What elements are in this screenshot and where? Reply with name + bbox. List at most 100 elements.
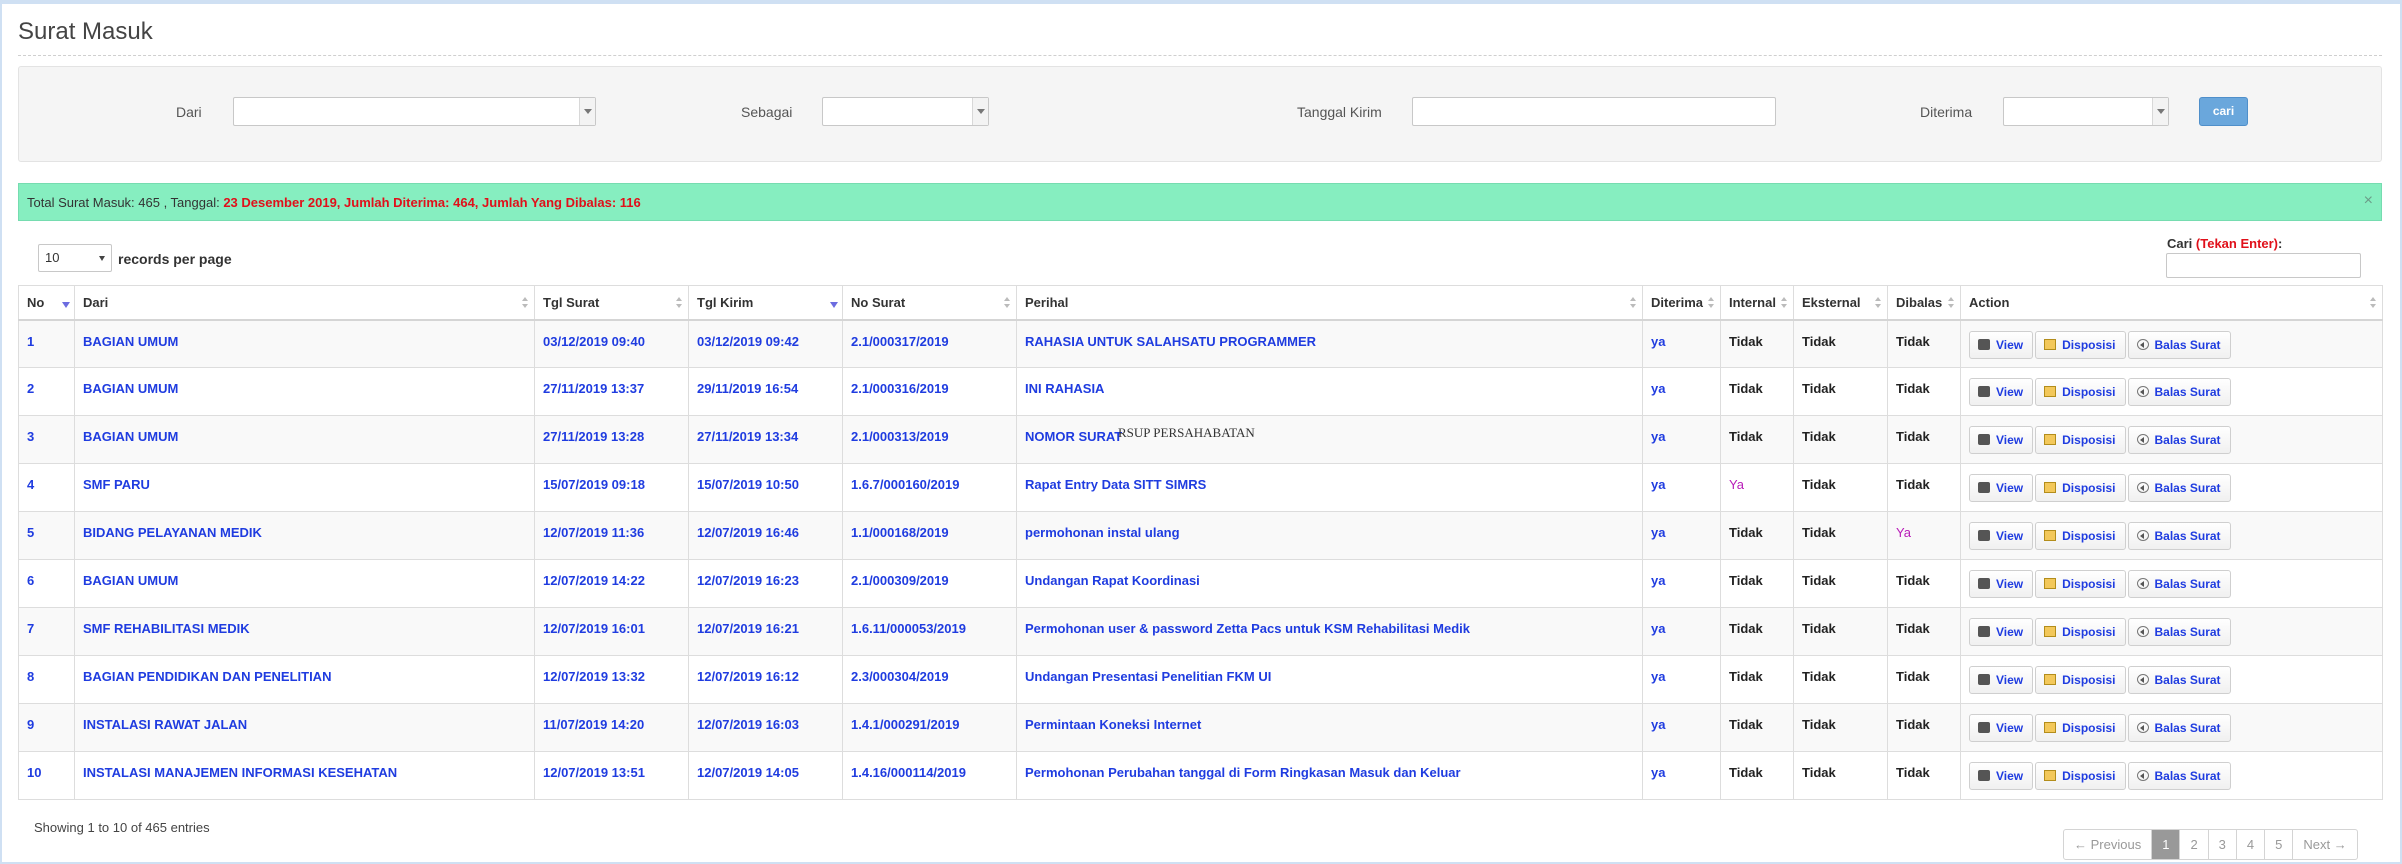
cell-tgl-surat-value[interactable]: 12/07/2019 13:32 (543, 669, 645, 684)
cell-dari-value[interactable]: BAGIAN PENDIDIKAN DAN PENELITIAN (83, 669, 331, 684)
column-header[interactable]: Action (1960, 285, 2383, 321)
view-button[interactable]: View (1969, 474, 2034, 502)
cell-no-surat-value[interactable]: 2.1/000316/2019 (851, 381, 949, 396)
view-button[interactable]: View (1969, 570, 2034, 598)
cell-no-value[interactable]: 10 (27, 765, 41, 780)
cell-tgl-kirim-value[interactable]: 12/07/2019 14:05 (697, 765, 799, 780)
disposisi-button[interactable]: Disposisi (2035, 426, 2126, 454)
filter-tanggal-input[interactable] (1412, 97, 1776, 126)
cell-dari-value[interactable]: BAGIAN UMUM (83, 429, 178, 444)
cell-tgl-surat-value[interactable]: 12/07/2019 11:36 (543, 525, 644, 540)
view-button[interactable]: View (1969, 426, 2034, 454)
filter-diterima-select[interactable] (2003, 97, 2169, 126)
cell-perihal-value[interactable]: NOMOR SURAT (1025, 429, 1122, 444)
cell-perihal-value[interactable]: INI RAHASIA (1025, 381, 1104, 396)
column-header[interactable]: Eksternal (1793, 285, 1888, 321)
column-header[interactable]: Tgl Kirim (688, 285, 843, 321)
cell-diterima-value[interactable]: ya (1651, 334, 1665, 349)
balas-surat-button[interactable]: Balas Surat (2127, 474, 2231, 502)
cell-perihal-value[interactable]: Rapat Entry Data SITT SIMRS (1025, 477, 1206, 492)
cell-no-value[interactable]: 9 (27, 717, 34, 732)
cell-diterima-value[interactable]: ya (1651, 381, 1665, 396)
balas-surat-button[interactable]: Balas Surat (2127, 618, 2231, 646)
close-icon[interactable]: × (2364, 192, 2373, 210)
view-button[interactable]: View (1969, 762, 2034, 790)
cell-diterima-value[interactable]: ya (1651, 429, 1665, 444)
view-button[interactable]: View (1969, 522, 2034, 550)
pagination-page[interactable]: 5 (2265, 830, 2294, 859)
cell-dari-value[interactable]: SMF PARU (83, 477, 150, 492)
cell-no-surat-value[interactable]: 1.6.11/000053/2019 (851, 621, 966, 636)
cell-no-value[interactable]: 7 (27, 621, 34, 636)
column-header[interactable]: No (18, 285, 75, 321)
disposisi-button[interactable]: Disposisi (2035, 522, 2126, 550)
cell-no-surat-value[interactable]: 1.6.7/000160/2019 (851, 477, 959, 492)
cell-no-surat-value[interactable]: 2.1/000309/2019 (851, 573, 949, 588)
balas-surat-button[interactable]: Balas Surat (2127, 426, 2231, 454)
cell-no-value[interactable]: 2 (27, 381, 34, 396)
cell-no-value[interactable]: 1 (27, 334, 34, 349)
cell-dari-value[interactable]: SMF REHABILITASI MEDIK (83, 621, 250, 636)
balas-surat-button[interactable]: Balas Surat (2127, 666, 2231, 694)
cell-perihal-value[interactable]: Permohonan Perubahan tanggal di Form Rin… (1025, 765, 1461, 780)
column-header[interactable]: Internal (1720, 285, 1794, 321)
cell-tgl-kirim-value[interactable]: 27/11/2019 13:34 (697, 429, 798, 444)
cell-tgl-kirim-value[interactable]: 12/07/2019 16:12 (697, 669, 799, 684)
cell-no-surat-value[interactable]: 1.4.1/000291/2019 (851, 717, 959, 732)
cell-tgl-surat-value[interactable]: 15/07/2019 09:18 (543, 477, 645, 492)
balas-surat-button[interactable]: Balas Surat (2127, 714, 2231, 742)
disposisi-button[interactable]: Disposisi (2035, 618, 2126, 646)
cell-perihal-value[interactable]: Permintaan Koneksi Internet (1025, 717, 1201, 732)
filter-sebagai-select[interactable] (822, 97, 989, 126)
cell-dari-value[interactable]: BAGIAN UMUM (83, 573, 178, 588)
cell-perihal-value[interactable]: RAHASIA UNTUK SALAHSATU PROGRAMMER (1025, 334, 1316, 349)
view-button[interactable]: View (1969, 330, 2034, 359)
pagination-page[interactable]: 1 (2152, 830, 2181, 859)
cell-tgl-surat-value[interactable]: 12/07/2019 16:01 (543, 621, 645, 636)
pagination-previous[interactable]: ← Previous (2064, 830, 2153, 859)
cell-diterima-value[interactable]: ya (1651, 573, 1665, 588)
records-per-page-select[interactable]: 10 (38, 244, 112, 272)
view-button[interactable]: View (1969, 714, 2034, 742)
disposisi-button[interactable]: Disposisi (2035, 378, 2126, 406)
cell-no-value[interactable]: 5 (27, 525, 34, 540)
view-button[interactable]: View (1969, 618, 2034, 646)
column-header[interactable]: Perihal (1016, 285, 1643, 321)
cell-diterima-value[interactable]: ya (1651, 717, 1665, 732)
cell-perihal-value[interactable]: Permohonan user & password Zetta Pacs un… (1025, 621, 1470, 636)
column-header[interactable]: Tgl Surat (534, 285, 689, 321)
cell-no-surat-value[interactable]: 1.1/000168/2019 (851, 525, 949, 540)
disposisi-button[interactable]: Disposisi (2035, 474, 2126, 502)
column-header[interactable]: No Surat (842, 285, 1017, 321)
balas-surat-button[interactable]: Balas Surat (2127, 378, 2231, 406)
cell-tgl-surat-value[interactable]: 12/07/2019 14:22 (543, 573, 645, 588)
cell-no-value[interactable]: 6 (27, 573, 34, 588)
column-header[interactable]: Dibalas (1887, 285, 1961, 321)
view-button[interactable]: View (1969, 378, 2034, 406)
column-header[interactable]: Diterima (1642, 285, 1721, 321)
cell-tgl-kirim-value[interactable]: 03/12/2019 09:42 (697, 334, 799, 349)
cell-diterima-value[interactable]: ya (1651, 477, 1665, 492)
cell-no-value[interactable]: 3 (27, 429, 34, 444)
cell-tgl-kirim-value[interactable]: 12/07/2019 16:21 (697, 621, 799, 636)
disposisi-button[interactable]: Disposisi (2035, 762, 2126, 790)
cell-tgl-surat-value[interactable]: 27/11/2019 13:37 (543, 381, 644, 396)
cell-no-surat-value[interactable]: 2.1/000313/2019 (851, 429, 949, 444)
disposisi-button[interactable]: Disposisi (2035, 570, 2126, 598)
cell-diterima-value[interactable]: ya (1651, 621, 1665, 636)
cell-tgl-kirim-value[interactable]: 15/07/2019 10:50 (697, 477, 799, 492)
balas-surat-button[interactable]: Balas Surat (2127, 330, 2231, 359)
cell-no-surat-value[interactable]: 2.1/000317/2019 (851, 334, 949, 349)
cell-tgl-kirim-value[interactable]: 12/07/2019 16:46 (697, 525, 799, 540)
column-header[interactable]: Dari (74, 285, 535, 321)
pagination-page[interactable]: 4 (2237, 830, 2266, 859)
cell-perihal-value[interactable]: Undangan Rapat Koordinasi (1025, 573, 1200, 588)
cell-diterima-value[interactable]: ya (1651, 525, 1665, 540)
cell-perihal-value[interactable]: permohonan instal ulang (1025, 525, 1180, 540)
disposisi-button[interactable]: Disposisi (2035, 330, 2126, 359)
cell-tgl-surat-value[interactable]: 12/07/2019 13:51 (543, 765, 645, 780)
balas-surat-button[interactable]: Balas Surat (2127, 570, 2231, 598)
cell-tgl-surat-value[interactable]: 27/11/2019 13:28 (543, 429, 644, 444)
cell-perihal-value[interactable]: Undangan Presentasi Penelitian FKM UI (1025, 669, 1271, 684)
cell-no-value[interactable]: 4 (27, 477, 34, 492)
